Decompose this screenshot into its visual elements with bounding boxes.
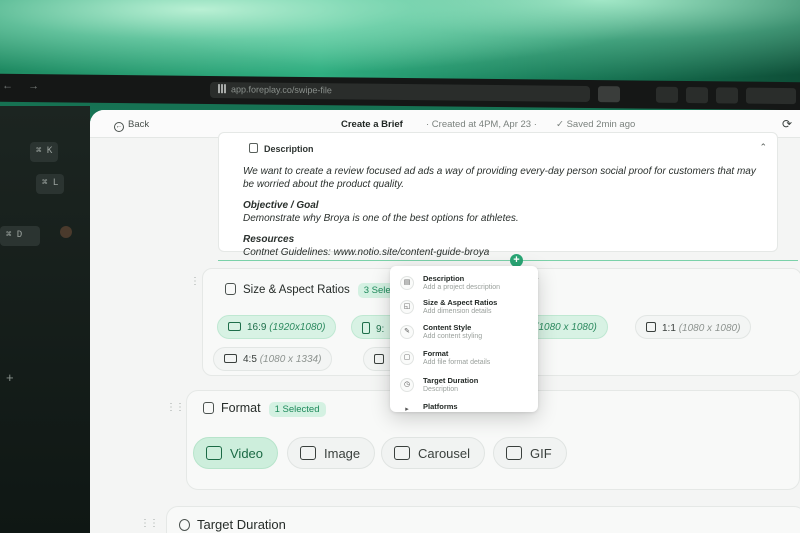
sidebar: ⌘ K ⌘ L ⌘ D + bbox=[0, 106, 90, 533]
avatar[interactable] bbox=[60, 226, 72, 238]
size-title-text: Size & Aspect Ratios bbox=[243, 284, 350, 296]
ratio-dims: (1080 x 1334) bbox=[259, 354, 322, 365]
drag-handle-icon[interactable]: ⋮⋮ bbox=[166, 402, 185, 413]
back-button[interactable]: ← Back bbox=[114, 119, 149, 132]
file-icon: ▢ bbox=[400, 351, 414, 365]
format-option-gif[interactable]: GIF bbox=[493, 437, 567, 469]
drag-handle-icon[interactable]: ⋮⋮ bbox=[140, 518, 159, 529]
gif-icon bbox=[506, 446, 522, 460]
ratio-chip-1-1[interactable]: 1:1 (1080 x 1080) bbox=[635, 315, 752, 339]
shortcut-badge: ⌘ K bbox=[30, 142, 59, 162]
menu-item-title: Platforms bbox=[423, 402, 458, 411]
clock-icon bbox=[179, 519, 190, 531]
description-text: We want to create a review focused ad ad… bbox=[243, 166, 756, 190]
target-duration-text: Target Duration bbox=[197, 517, 286, 532]
site-favicon-icon bbox=[218, 84, 227, 94]
film-icon bbox=[206, 446, 222, 460]
menu-item-subtitle: Add file format details bbox=[423, 359, 491, 366]
portrait-icon bbox=[362, 322, 370, 334]
format-label: Image bbox=[324, 446, 361, 461]
ratio-chip-16-9[interactable]: 16:9 (1920x1080) bbox=[217, 315, 337, 339]
file-icon bbox=[203, 402, 214, 414]
ratio-chip-4-5[interactable]: 4:5 (1080 x 1334) bbox=[213, 347, 333, 371]
resources-heading: Resources bbox=[243, 234, 295, 245]
menu-item-title: Description bbox=[423, 274, 465, 283]
back-label: Back bbox=[128, 119, 150, 130]
format-option-image[interactable]: Image bbox=[287, 437, 376, 469]
menu-item-description[interactable]: ▤ Description Add a project description bbox=[390, 272, 538, 298]
menu-item-subtitle: Add content styling bbox=[423, 333, 483, 340]
target-duration-section: Target Duration bbox=[166, 506, 800, 533]
menu-item-title: Target Duration bbox=[423, 376, 479, 385]
aspect-icon: ◱ bbox=[400, 300, 414, 314]
square-icon bbox=[646, 322, 656, 332]
menu-item-format[interactable]: ▢ Format Add file format details bbox=[390, 347, 538, 373]
menu-item-platforms[interactable]: ▸ Platforms bbox=[390, 400, 538, 412]
target-duration-title: Target Duration bbox=[179, 517, 286, 532]
format-option-video[interactable]: Video bbox=[193, 437, 279, 469]
toolbar-button[interactable] bbox=[716, 87, 738, 104]
format-option-carousel[interactable]: Carousel bbox=[381, 437, 486, 469]
description-header[interactable]: Description bbox=[249, 143, 314, 154]
ratio-label: 16:9 bbox=[247, 322, 267, 333]
description-editor[interactable]: We want to create a review focused ad ad… bbox=[243, 165, 763, 259]
doc-icon: ▤ bbox=[400, 276, 414, 290]
chevron-up-icon[interactable]: ⌃ bbox=[759, 142, 767, 153]
add-section-menu: ▤ Description Add a project description … bbox=[390, 266, 538, 412]
ratio-label: 4:5 bbox=[243, 354, 257, 365]
sync-icon[interactable]: ⟳ bbox=[782, 117, 792, 131]
size-section-title: Size & Aspect Ratios 3 Selected bbox=[225, 283, 415, 298]
description-heading: Description bbox=[264, 144, 314, 154]
landscape-icon bbox=[228, 322, 241, 331]
address-bar[interactable]: app.foreplay.co/swipe-file bbox=[210, 82, 590, 102]
extension-icon[interactable] bbox=[598, 86, 620, 103]
save-status: ✓ Saved 2min ago bbox=[556, 119, 636, 130]
image-icon bbox=[300, 446, 316, 460]
insert-divider bbox=[218, 260, 798, 261]
format-title-text: Format bbox=[221, 401, 261, 415]
ratio-label: 1:1 bbox=[662, 323, 676, 334]
toolbar-button[interactable] bbox=[656, 86, 678, 103]
format-label: Carousel bbox=[418, 446, 471, 461]
menu-item-subtitle: Add a project description bbox=[423, 284, 501, 291]
ratio-label: 9: bbox=[376, 324, 385, 335]
description-section: Description ⌃ We want to create a review… bbox=[218, 132, 778, 258]
menu-item-target-duration[interactable]: ◷ Target Duration Description bbox=[390, 374, 538, 400]
objective-heading: Objective / Goal bbox=[243, 200, 319, 211]
clock-icon: ◷ bbox=[400, 378, 414, 392]
browser-nav-arrows[interactable]: ← → bbox=[2, 80, 45, 92]
rect-icon bbox=[224, 354, 237, 363]
menu-item-subtitle: Description bbox=[423, 386, 459, 393]
menu-item-content-style[interactable]: ✎ Content Style Add content styling bbox=[390, 321, 538, 347]
format-label: Video bbox=[230, 446, 264, 461]
toolbar-button[interactable] bbox=[746, 87, 796, 105]
ratio-dims: (1920x1080) bbox=[269, 322, 326, 333]
brush-icon: ✎ bbox=[400, 325, 414, 339]
carousel-icon bbox=[394, 446, 410, 460]
menu-item-title: Content Style bbox=[423, 323, 472, 332]
page-title: Create a Brief bbox=[341, 119, 403, 130]
resources-text: Contnet Guidelines: www.notio.site/conte… bbox=[243, 247, 490, 258]
menu-item-title: Size & Aspect Ratios bbox=[423, 298, 498, 307]
format-section-title: Format 1 Selected bbox=[203, 401, 326, 417]
objective-text: Demonstrate why Broya is one of the best… bbox=[243, 213, 519, 224]
selected-count-badge: 1 Selected bbox=[268, 402, 326, 417]
menu-item-subtitle: Add dimension details bbox=[423, 308, 492, 315]
add-icon[interactable]: + bbox=[6, 370, 14, 385]
menu-item-size[interactable]: ◱ Size & Aspect Ratios Add dimension det… bbox=[390, 296, 538, 322]
menu-item-title: Format bbox=[423, 349, 449, 358]
url-text: app.foreplay.co/swipe-file bbox=[231, 84, 332, 96]
back-arrow-icon: ← bbox=[114, 122, 124, 132]
created-timestamp: · Created at 4PM, Apr 23 · bbox=[426, 119, 537, 130]
aspect-ratio-icon bbox=[225, 283, 236, 295]
format-label: GIF bbox=[530, 446, 552, 461]
play-icon: ▸ bbox=[405, 406, 409, 412]
shortcut-badge: ⌘ D bbox=[0, 226, 40, 246]
ratio-dims: (1080 x 1080) bbox=[678, 323, 741, 334]
square-icon bbox=[374, 354, 384, 364]
ratio-dims: (1080 x 1080) bbox=[535, 322, 597, 333]
shortcut-badge: ⌘ L bbox=[36, 174, 65, 194]
toolbar-button[interactable] bbox=[686, 86, 708, 104]
document-icon bbox=[249, 143, 258, 153]
